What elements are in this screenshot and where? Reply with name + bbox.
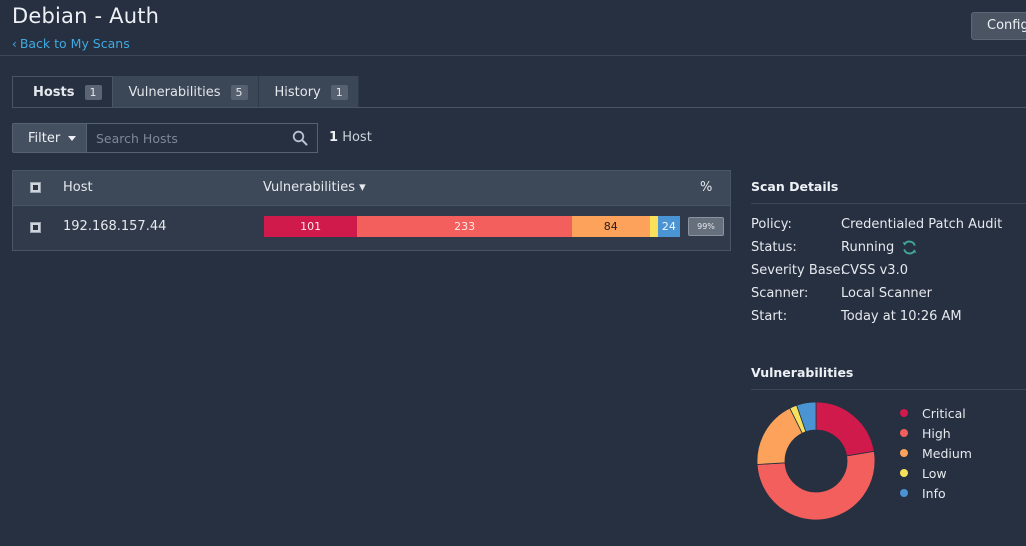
tab-vulnerabilities[interactable]: Vulnerabilities 5 [112,76,259,108]
detail-label: Status: [751,240,797,255]
select-all-checkbox[interactable] [30,182,41,193]
progress-percent-badge: 99% [688,217,724,236]
high-segment[interactable]: 233 [357,216,573,237]
legend-label: High [922,425,951,441]
detail-value: Today at 10:26 AM [841,309,962,324]
page-title: Debian - Auth [12,4,160,28]
filter-button[interactable]: Filter [12,123,87,153]
column-vulnerabilities[interactable]: Vulnerabilities ▾ [263,180,366,195]
host-ip[interactable]: 192.168.157.44 [63,219,166,234]
table-header: Host Vulnerabilities ▾ % [13,171,730,206]
tab-history[interactable]: History 1 [258,76,359,108]
detail-label: Policy: [751,217,792,232]
column-percent: % [700,180,713,195]
legend-item-medium[interactable]: Medium [900,443,972,463]
legend-dot-low [900,469,908,477]
tab-bar: Hosts 1 Vulnerabilities 5 History 1 [12,76,359,108]
tab-history-label: History [274,84,321,100]
legend-label: Medium [922,445,972,461]
tab-underline [12,107,1026,108]
search-input[interactable] [87,124,282,152]
medium-segment[interactable]: 84 [572,216,650,237]
host-count-label: Host [342,130,372,145]
hosts-table: Host Vulnerabilities ▾ % 192.168.157.44 … [12,170,731,251]
column-host[interactable]: Host [63,180,93,195]
chart-legend: Critical High Medium Low Info [900,403,972,503]
donut-slice-critical[interactable] [815,401,875,457]
detail-label: Severity Base: [751,263,845,278]
tab-hosts[interactable]: Hosts 1 [12,76,113,108]
host-count: 1 Host [329,130,372,145]
back-link-label: Back to My Scans [19,36,130,51]
legend-dot-critical [900,409,908,417]
legend-dot-high [900,429,908,437]
info-segment[interactable]: 24 [657,216,680,237]
detail-value: Local Scanner [841,286,933,301]
scan-details-divider [751,203,1026,204]
tab-vulnerabilities-label: Vulnerabilities [128,84,221,100]
legend-item-critical[interactable]: Critical [900,403,972,423]
detail-value: Running [841,240,895,255]
tab-history-count: 1 [330,84,348,100]
vulnerability-bar[interactable]: 101 233 84 24 [264,216,680,237]
search-icon[interactable] [292,130,308,146]
legend-dot-info [900,489,908,497]
refresh-icon [902,240,917,255]
detail-label: Scanner: [751,286,809,301]
vulnerabilities-divider [751,389,1026,390]
legend-item-high[interactable]: High [900,423,972,443]
detail-value: Credentialed Patch Audit [841,217,1003,232]
config-button[interactable]: Config [971,12,1026,40]
critical-segment[interactable]: 101 [264,216,358,237]
header-divider [0,55,1026,56]
tab-hosts-count: 1 [84,85,102,100]
vulnerabilities-chart-title: Vulnerabilities [751,365,854,380]
scan-details-title: Scan Details [751,179,839,194]
tab-hosts-label: Hosts [33,85,75,100]
legend-label: Info [922,485,946,501]
detail-label: Start: [751,309,788,324]
chevron-left-icon: ‹ [12,37,17,51]
row-checkbox[interactable] [30,222,41,233]
table-row[interactable]: 192.168.157.44 101 233 84 24 99% [13,206,730,250]
low-segment[interactable] [649,216,658,237]
back-to-scans-link[interactable]: ‹ Back to My Scans [12,36,130,51]
legend-dot-medium [900,449,908,457]
vulnerabilities-donut-chart[interactable] [755,400,877,522]
filter-label: Filter [28,130,61,146]
legend-label: Low [922,465,947,481]
legend-label: Critical [922,405,966,421]
tab-vulnerabilities-count: 5 [230,84,248,100]
detail-value: CVSS v3.0 [841,263,908,278]
legend-item-low[interactable]: Low [900,463,972,483]
host-count-number: 1 [329,130,339,145]
legend-item-info[interactable]: Info [900,483,972,503]
caret-down-icon [68,135,77,141]
search-box [87,123,318,153]
